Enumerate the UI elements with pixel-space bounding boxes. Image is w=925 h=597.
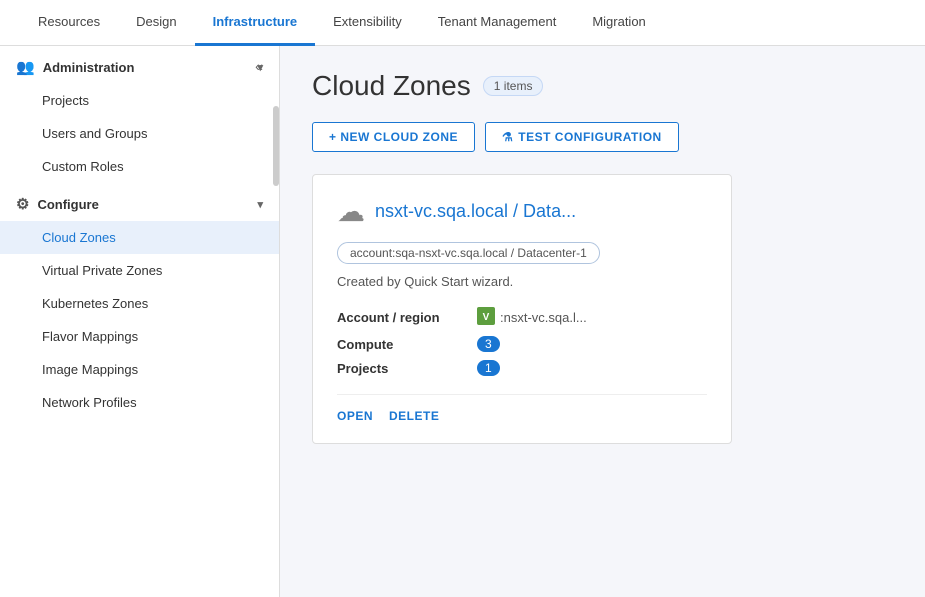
sidebar-section-configure[interactable]: ⚙ Configure ▾ — [0, 183, 279, 221]
page-title: Cloud Zones — [312, 70, 471, 102]
card-description: Created by Quick Start wizard. — [337, 274, 707, 289]
sidebar-collapse-button[interactable]: « — [247, 54, 271, 78]
new-cloud-zone-button[interactable]: + NEW CLOUD ZONE — [312, 122, 475, 152]
page-header: Cloud Zones 1 items — [312, 70, 893, 102]
sidebar-item-image-mappings[interactable]: Image Mappings — [0, 353, 279, 386]
cloud-zone-card: ☁ nsxt-vc.sqa.local / Data... account:sq… — [312, 174, 732, 444]
card-title-row: ☁ nsxt-vc.sqa.local / Data... — [337, 195, 707, 228]
account-region-value: V :nsxt-vc.sqa.l... — [477, 303, 707, 332]
nav-design[interactable]: Design — [118, 0, 194, 46]
sidebar: « 👥 Administration ▾ Projects Users and … — [0, 46, 280, 597]
projects-value: 1 — [477, 356, 707, 380]
configure-icon: ⚙ — [16, 195, 29, 213]
cloud-zone-icon: ☁ — [337, 195, 365, 228]
sidebar-item-custom-roles[interactable]: Custom Roles — [0, 150, 279, 183]
sidebar-item-users-and-groups[interactable]: Users and Groups — [0, 117, 279, 150]
compute-value: 3 — [477, 332, 707, 356]
svg-text:V: V — [483, 312, 490, 323]
card-actions: OPEN DELETE — [337, 409, 707, 423]
card-divider — [337, 394, 707, 395]
sidebar-item-network-profiles[interactable]: Network Profiles — [0, 386, 279, 419]
nav-resources[interactable]: Resources — [20, 0, 118, 46]
nav-infrastructure[interactable]: Infrastructure — [195, 0, 316, 46]
delete-link[interactable]: DELETE — [389, 409, 439, 423]
table-row: Projects 1 — [337, 356, 707, 380]
main-layout: « 👥 Administration ▾ Projects Users and … — [0, 46, 925, 597]
projects-label: Projects — [337, 356, 477, 380]
sidebar-item-virtual-private-zones[interactable]: Virtual Private Zones — [0, 254, 279, 287]
nav-migration[interactable]: Migration — [574, 0, 663, 46]
content-area: Cloud Zones 1 items + NEW CLOUD ZONE ⚗ T… — [280, 46, 925, 597]
vcenter-icon: V — [477, 307, 495, 328]
account-region-text: :nsxt-vc.sqa.l... — [500, 310, 587, 325]
account-region-label: Account / region — [337, 303, 477, 332]
sidebar-section-administration[interactable]: 👥 Administration ▾ — [0, 46, 279, 84]
nav-tenant-management[interactable]: Tenant Management — [420, 0, 575, 46]
items-count-badge: 1 items — [483, 76, 544, 96]
sidebar-scrollbar-track — [273, 46, 279, 597]
test-configuration-label: TEST CONFIGURATION — [518, 130, 661, 144]
table-row: Account / region V :nsxt-vc.sqa.l... — [337, 303, 707, 332]
sidebar-item-projects[interactable]: Projects — [0, 84, 279, 117]
test-configuration-button[interactable]: ⚗ TEST CONFIGURATION — [485, 122, 679, 152]
compute-label: Compute — [337, 332, 477, 356]
sidebar-scrollbar-thumb[interactable] — [273, 106, 279, 186]
nav-extensibility[interactable]: Extensibility — [315, 0, 420, 46]
configure-chevron: ▾ — [257, 198, 263, 211]
action-buttons: + NEW CLOUD ZONE ⚗ TEST CONFIGURATION — [312, 122, 893, 152]
projects-count-badge: 1 — [477, 360, 500, 376]
table-row: Compute 3 — [337, 332, 707, 356]
administration-label: Administration — [43, 60, 135, 75]
sidebar-item-kubernetes-zones[interactable]: Kubernetes Zones — [0, 287, 279, 320]
account-tag: account:sqa-nsxt-vc.sqa.local / Datacent… — [337, 242, 600, 264]
card-details-table: Account / region V :nsxt-vc.sqa.l... — [337, 303, 707, 380]
sidebar-item-flavor-mappings[interactable]: Flavor Mappings — [0, 320, 279, 353]
sidebar-item-cloud-zones[interactable]: Cloud Zones — [0, 221, 279, 254]
open-link[interactable]: OPEN — [337, 409, 373, 423]
administration-icon: 👥 — [16, 58, 35, 76]
test-config-icon: ⚗ — [502, 130, 513, 144]
top-navigation: Resources Design Infrastructure Extensib… — [0, 0, 925, 46]
cloud-zone-title-link[interactable]: nsxt-vc.sqa.local / Data... — [375, 201, 576, 222]
compute-count-badge: 3 — [477, 336, 500, 352]
configure-label: Configure — [37, 197, 98, 212]
